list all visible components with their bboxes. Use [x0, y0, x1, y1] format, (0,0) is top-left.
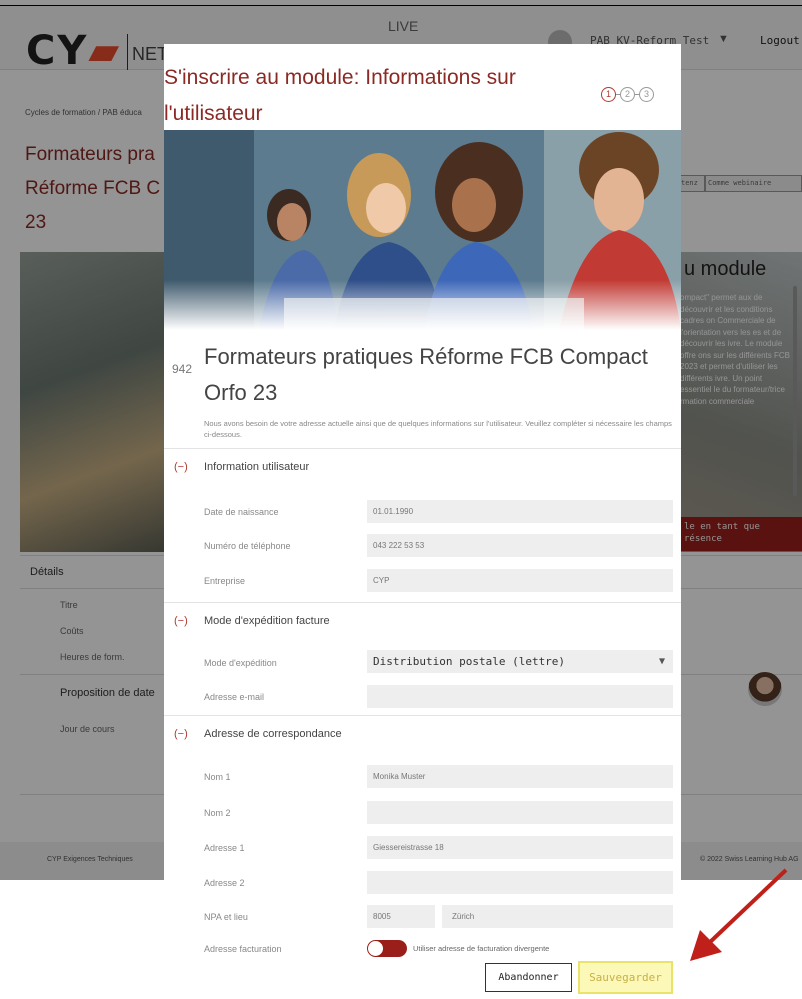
- shipping-value: Distribution postale (lettre): [373, 655, 566, 668]
- zip-field[interactable]: 8005: [367, 905, 435, 928]
- company-field[interactable]: CYP: [367, 569, 673, 592]
- section-correspondence[interactable]: (−) Adresse de correspondance: [164, 715, 681, 755]
- section-title: Information utilisateur: [204, 461, 310, 473]
- section-user-info[interactable]: (−) Information utilisateur: [164, 448, 681, 488]
- chevron-down-icon[interactable]: ▼: [659, 656, 665, 667]
- step-1: 1: [601, 87, 616, 102]
- name1-label: Nom 1: [204, 772, 231, 782]
- name2-label: Nom 2: [204, 808, 231, 818]
- birthdate-field[interactable]: 01.01.1990: [367, 500, 673, 523]
- address2-field[interactable]: [367, 871, 673, 894]
- email-field[interactable]: [367, 685, 673, 708]
- phone-field[interactable]: 043 222 53 53: [367, 534, 673, 557]
- company-label: Entreprise: [204, 576, 246, 586]
- birthdate-label: Date de naissance: [204, 507, 279, 517]
- email-label: Adresse e-mail: [204, 692, 265, 702]
- course-number: 942: [172, 362, 193, 376]
- section-title: Mode d'expédition facture: [204, 615, 330, 627]
- shipping-label: Mode d'expédition: [204, 658, 277, 668]
- cancel-button[interactable]: Abandonner: [485, 963, 572, 992]
- phone-label: Numéro de téléphone: [204, 541, 291, 551]
- billing-label: Adresse facturation: [204, 944, 282, 954]
- section-invoice[interactable]: (−) Mode d'expédition facture: [164, 602, 681, 642]
- image-fade: [164, 280, 681, 330]
- course-image: [164, 130, 681, 330]
- form-description: Nous avons besoin de votre adresse actue…: [204, 419, 672, 439]
- course-title: Formateurs pratiques Réforme FCB Compact…: [204, 344, 648, 405]
- collapse-icon[interactable]: (−): [174, 728, 188, 740]
- zip-city-label: NPA et lieu: [204, 912, 248, 922]
- step-3: 3: [639, 87, 654, 102]
- city-field[interactable]: Zürich: [442, 905, 673, 928]
- address1-field[interactable]: Giessereistrasse 18: [367, 836, 673, 859]
- save-button[interactable]: Sauvegarder: [578, 961, 673, 994]
- modal-title: S'inscrire au module: Informations sur l…: [164, 66, 516, 125]
- toggle-knob: [368, 941, 383, 956]
- section-title: Adresse de correspondance: [204, 728, 342, 740]
- page: CY▰ NET LIVE PAB KV-Reform Test ▼ Logout…: [0, 0, 802, 999]
- registration-modal: S'inscrire au module: Informations sur l…: [164, 44, 681, 999]
- address2-label: Adresse 2: [204, 878, 245, 888]
- step-indicator: 1 2 3: [601, 87, 654, 102]
- billing-address-toggle[interactable]: [367, 940, 407, 957]
- collapse-icon[interactable]: (−): [174, 615, 188, 627]
- collapse-icon[interactable]: (−): [174, 461, 188, 473]
- name2-field[interactable]: [367, 801, 673, 824]
- billing-toggle-label: Utiliser adresse de facturation divergen…: [413, 944, 550, 953]
- step-2: 2: [620, 87, 635, 102]
- name1-field[interactable]: Monika Muster: [367, 765, 673, 788]
- address1-label: Adresse 1: [204, 843, 245, 853]
- shipping-select[interactable]: Distribution postale (lettre) ▼: [367, 650, 673, 673]
